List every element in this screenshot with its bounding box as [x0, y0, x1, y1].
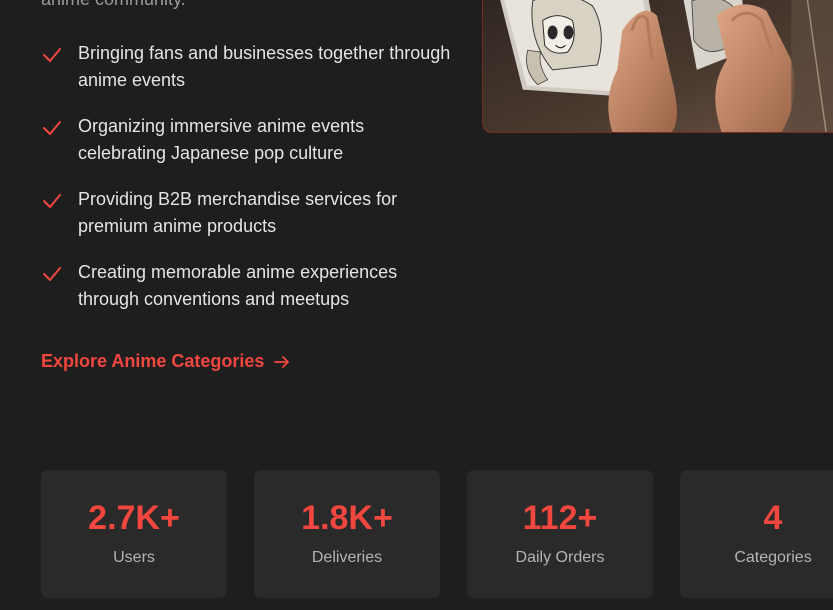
check-icon [43, 267, 61, 281]
stat-label: Deliveries [311, 549, 383, 566]
anime-artwork-image [482, 0, 833, 133]
stat-value: 1.8K+ [301, 499, 393, 537]
check-icon [43, 48, 61, 62]
stat-value: 4 [763, 499, 783, 537]
stat-value: 2.7K+ [88, 499, 180, 537]
stat-value: 112+ [522, 499, 598, 537]
feature-text: Organizing immersive anime events celebr… [78, 116, 365, 163]
stat-card-deliveries: 1.8K+ Deliveries [254, 470, 440, 598]
feature-text: Bringing fans and businesses together th… [78, 43, 451, 90]
stat-label: Categories [734, 549, 812, 566]
check-icon [43, 194, 61, 208]
feature-item: Providing B2B merchandise services for p… [41, 186, 453, 240]
explore-link-label: Explore Anime Categories [41, 351, 265, 371]
arrow-right-icon [274, 355, 290, 368]
feature-item: Organizing immersive anime events celebr… [41, 113, 453, 167]
feature-item: Creating memorable anime experiences thr… [41, 259, 453, 313]
explore-anime-categories-link[interactable]: Explore Anime Categories [41, 351, 291, 372]
stat-label: Users [113, 549, 155, 566]
stat-card-categories: 4 Categories [680, 470, 833, 598]
check-icon [43, 121, 61, 135]
feature-text: Providing B2B merchandise services for p… [78, 189, 398, 236]
feature-text: Creating memorable anime experiences thr… [78, 262, 398, 309]
artwork-illustration [483, 0, 833, 132]
stat-label: Daily Orders [515, 549, 605, 566]
about-section: anime community. Bringing fans and busin… [0, 0, 833, 610]
feature-item: Bringing fans and businesses together th… [41, 40, 453, 94]
stat-card-daily-orders: 112+ Daily Orders [467, 470, 653, 598]
intro-text: anime community. [41, 0, 186, 10]
stat-card-users: 2.7K+ Users [41, 470, 227, 598]
